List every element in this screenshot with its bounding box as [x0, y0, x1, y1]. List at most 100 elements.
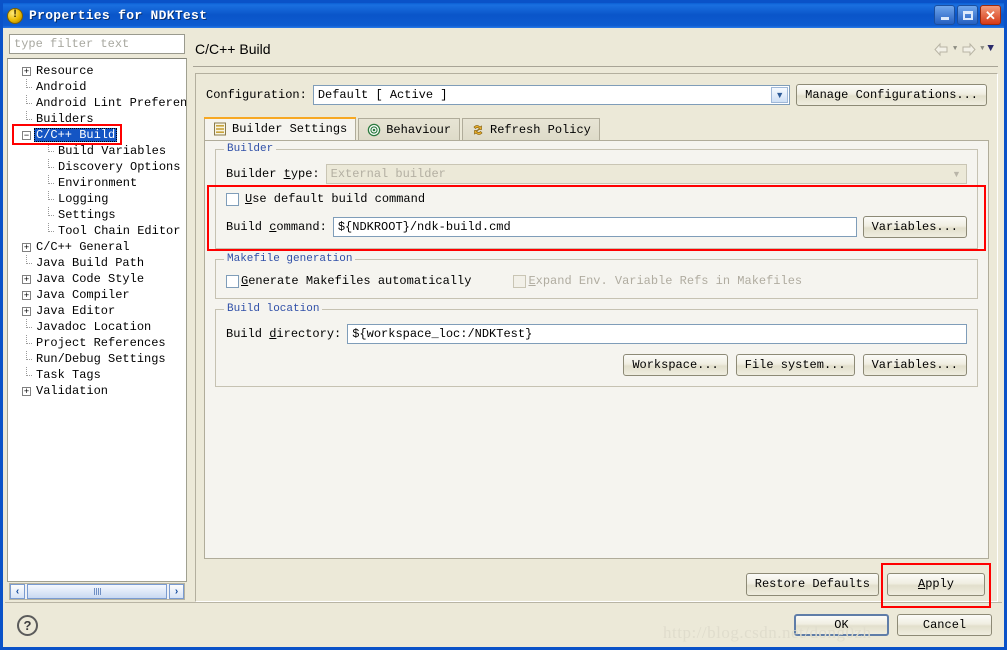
properties-dialog: ! Properties for NDKTest ✕ type filter t…: [0, 0, 1007, 650]
builder-settings-panel: Builder Builder type: External builder ▼: [204, 140, 989, 559]
info-circle-icon: !: [7, 7, 23, 24]
tree-item-java-editor[interactable]: + Java Editor: [8, 303, 186, 319]
back-arrow-icon[interactable]: [933, 42, 950, 57]
configuration-label: Configuration:: [206, 88, 307, 102]
tree-item-environment[interactable]: Environment: [8, 174, 186, 191]
tree-item-settings[interactable]: Settings: [8, 206, 186, 223]
build-directory-input[interactable]: ${workspace_loc:/NDKTest}: [347, 324, 967, 344]
tree-item-android[interactable]: Android: [8, 78, 186, 95]
tree-item-label: Resource: [36, 64, 94, 78]
scroll-left-button[interactable]: ‹: [10, 584, 25, 599]
scroll-track[interactable]: [25, 584, 169, 599]
build-command-input[interactable]: ${NDKROOT}/ndk-build.cmd: [332, 217, 857, 237]
scroll-thumb[interactable]: [27, 584, 167, 599]
view-menu-icon[interactable]: ▼: [987, 43, 994, 55]
chevron-down-icon-disabled: ▼: [948, 166, 965, 182]
tab-refresh-policy[interactable]: Refresh Policy: [462, 118, 600, 140]
maximize-button[interactable]: [957, 5, 978, 25]
builder-type-label: Builder type:: [226, 167, 320, 181]
scroll-grip-icon: [93, 588, 101, 595]
configuration-combo[interactable]: Default [ Active ] ▼: [312, 85, 791, 105]
tree-item-java-build-path[interactable]: Java Build Path: [8, 254, 186, 271]
page-header: C/C++ Build ▼ ▼ ▼: [193, 32, 1000, 66]
build-command-label: Build command:: [226, 220, 327, 234]
forward-dropdown-icon[interactable]: ▼: [980, 45, 984, 53]
tree-item-c-c-build[interactable]: − C/C++ Build: [8, 127, 186, 143]
tree-item-label: Android: [36, 80, 87, 94]
tree-item-label: Java Build Path: [36, 256, 145, 270]
builder-type-row: Builder type: External builder ▼: [226, 164, 967, 184]
tree-item-logging[interactable]: Logging: [8, 190, 186, 207]
manage-configurations-button[interactable]: Manage Configurations...: [796, 84, 987, 106]
file-system-button[interactable]: File system...: [735, 354, 855, 376]
expand-icon[interactable]: +: [22, 274, 31, 284]
workspace-button[interactable]: Workspace...: [623, 354, 728, 376]
tree-item-javadoc-location[interactable]: Javadoc Location: [8, 318, 186, 335]
tree-connector-icon: [44, 174, 54, 188]
header-divider: [193, 66, 998, 67]
tree-item-validation[interactable]: + Validation: [8, 383, 186, 399]
tree-item-build-variables[interactable]: Build Variables: [8, 142, 186, 159]
expand-env-refs-label: Expand Env. Variable Refs in Makefiles: [528, 274, 803, 288]
expand-icon[interactable]: +: [22, 290, 31, 300]
builder-group: Builder Builder type: External builder ▼: [215, 143, 978, 249]
use-default-build-command-checkbox[interactable]: [226, 192, 239, 206]
expand-icon[interactable]: +: [22, 386, 31, 396]
tree-connector-icon: [22, 254, 32, 268]
help-question-icon[interactable]: ?: [17, 614, 38, 636]
configuration-value: Default [ Active ]: [317, 88, 448, 102]
tree-item-discovery-options[interactable]: Discovery Options: [8, 158, 186, 175]
build-dir-variables-button[interactable]: Variables...: [862, 354, 967, 376]
maximize-icon: [962, 10, 973, 20]
ok-button[interactable]: OK: [794, 614, 889, 636]
dialog-split: type filter text + Resource Android Android…: [3, 28, 1004, 608]
tree-item-label: Logging: [58, 192, 109, 206]
build-command-variables-button[interactable]: Variables...: [862, 216, 967, 238]
tree-connector-icon: [44, 190, 54, 204]
tree-item-label: Environment: [58, 176, 138, 190]
tree-item-java-compiler[interactable]: + Java Compiler: [8, 287, 186, 303]
close-button[interactable]: ✕: [980, 5, 1001, 25]
tree-item-java-code-style[interactable]: + Java Code Style: [8, 271, 186, 287]
settings-page-pane: C/C++ Build ▼ ▼ ▼ Configuration: Default…: [187, 32, 1000, 608]
tree-item-task-tags[interactable]: Task Tags: [8, 366, 186, 383]
tree-connector-icon: [22, 94, 32, 108]
settings-tree[interactable]: + Resource Android Android Lint Preferences…: [7, 58, 187, 582]
tree-item-android-lint-preferences[interactable]: Android Lint Preferences: [8, 94, 186, 111]
minimize-icon: [940, 17, 949, 20]
tree-item-label: Builders: [36, 112, 94, 126]
minimize-button[interactable]: [934, 5, 955, 25]
tab-refresh-policy-label: Refresh Policy: [490, 122, 591, 137]
filter-input[interactable]: type filter text: [9, 34, 185, 54]
tree-item-tool-chain-editor[interactable]: Tool Chain Editor: [8, 222, 186, 239]
scroll-right-button[interactable]: ›: [169, 584, 184, 599]
collapse-icon[interactable]: −: [22, 130, 31, 140]
makefile-generation-group: Makefile generation Generate Makefiles a…: [215, 253, 978, 299]
expand-icon[interactable]: +: [22, 242, 31, 252]
tree-item-c-c-general[interactable]: + C/C++ General: [8, 239, 186, 255]
expand-icon[interactable]: +: [22, 66, 31, 76]
apply-button[interactable]: Apply: [887, 572, 985, 596]
forward-arrow-icon[interactable]: [960, 42, 977, 57]
restore-defaults-button[interactable]: Restore Defaults: [745, 572, 879, 596]
generate-makefiles-checkbox[interactable]: [226, 274, 239, 288]
tab-builder-settings[interactable]: Builder Settings: [204, 117, 357, 140]
cancel-button[interactable]: Cancel: [897, 614, 992, 636]
build-directory-label: Build directory:: [226, 327, 342, 341]
tree-item-project-references[interactable]: Project References: [8, 334, 186, 351]
tree-item-run-debug-settings[interactable]: Run/Debug Settings: [8, 350, 186, 367]
target-circle-icon: [367, 123, 381, 136]
tree-item-builders[interactable]: Builders: [8, 110, 186, 127]
build-location-group: Build location Build directory: ${worksp…: [215, 303, 978, 387]
refresh-arrows-icon: [473, 124, 483, 135]
tree-item-resource[interactable]: + Resource: [8, 63, 186, 79]
tree-horizontal-scrollbar[interactable]: ‹ ›: [9, 583, 185, 600]
tree-item-label: Project References: [36, 336, 166, 350]
tree-item-label: Discovery Options: [58, 160, 181, 174]
expand-icon[interactable]: +: [22, 306, 31, 316]
chevron-down-icon[interactable]: ▼: [771, 87, 789, 103]
use-default-build-command-label: Use default build command: [245, 192, 426, 206]
expand-env-refs-checkbox: [513, 274, 527, 288]
back-dropdown-icon[interactable]: ▼: [953, 45, 957, 53]
tab-behaviour[interactable]: Behaviour: [358, 118, 461, 140]
